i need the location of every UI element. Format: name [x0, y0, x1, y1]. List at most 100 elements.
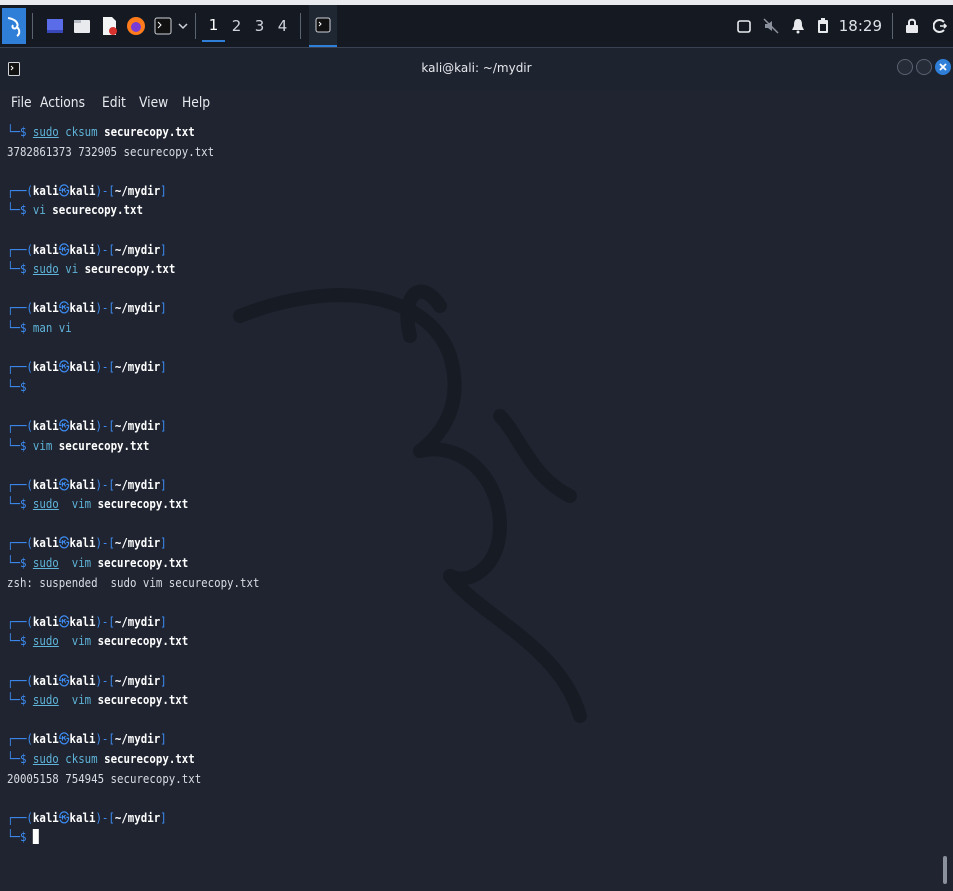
- prompt-dir: ~/mydir: [114, 731, 161, 747]
- prompt-line: ┌──(kali㉿kali)-[~/mydir]: [7, 357, 259, 377]
- terminal-output[interactable]: └─$ sudo cksum securecopy.txt 3782861373 …: [0, 116, 953, 891]
- prompt-frame: ]: [160, 359, 167, 375]
- command-line: └─$ sudo vi securecopy.txt: [7, 259, 259, 279]
- prompt-frame: ┌──(: [7, 809, 33, 825]
- prompt-dollar: └─$: [7, 555, 33, 571]
- menu-actions[interactable]: Actions: [40, 95, 85, 111]
- window-title: kali@kali: ~/mydir: [421, 61, 532, 75]
- prompt-dollar: └─$: [7, 378, 33, 394]
- prompt-user: kali: [32, 535, 59, 551]
- menu-file[interactable]: File: [11, 95, 32, 111]
- prompt-host: kali: [69, 359, 96, 375]
- command-arg: securecopy.txt: [84, 261, 176, 277]
- chevron-down-icon[interactable]: [177, 15, 189, 37]
- prompt-line: ┌──(kali㉿kali)-[~/mydir]: [7, 416, 259, 436]
- prompt-frame: ┌──(: [7, 613, 33, 629]
- battery-icon[interactable]: [817, 18, 829, 34]
- system-tray: 18:29: [725, 13, 953, 39]
- command-sudo: sudo: [32, 496, 59, 512]
- command-arg: securecopy.txt: [58, 437, 150, 453]
- command-arg: securecopy.txt: [97, 496, 189, 512]
- command-arg: securecopy.txt: [97, 555, 189, 571]
- menu-edit[interactable]: Edit: [102, 95, 126, 111]
- terminal-window-button[interactable]: [309, 5, 337, 47]
- prompt-frame: ]: [160, 182, 167, 198]
- prompt-user: kali: [32, 809, 59, 825]
- prompt-frame: )-[: [95, 809, 115, 825]
- prompt-at: ㉿: [58, 809, 70, 825]
- maximize-button[interactable]: [916, 59, 932, 75]
- prompt-dir: ~/mydir: [114, 613, 161, 629]
- prompt-at: ㉿: [58, 476, 70, 492]
- prompt-host: kali: [69, 731, 96, 747]
- prompt-dollar: └─$: [7, 261, 33, 277]
- prompt-frame: )-[: [95, 300, 115, 316]
- command-sudo: sudo: [32, 751, 59, 766]
- prompt-frame: )-[: [95, 476, 115, 492]
- prompt-frame: ]: [160, 300, 167, 316]
- notification-bell-icon[interactable]: [791, 18, 805, 34]
- command-name: vi: [32, 202, 53, 218]
- prompt-frame: )-[: [95, 359, 115, 375]
- volume-muted-icon[interactable]: [763, 18, 779, 34]
- menu-help[interactable]: Help: [182, 95, 210, 111]
- prompt-dollar: └─$: [7, 202, 33, 218]
- logout-icon[interactable]: [933, 19, 947, 33]
- prompt-host: kali: [69, 182, 96, 198]
- clipboard-icon[interactable]: [736, 19, 751, 33]
- command-line: └─$ sudo vim securecopy.txt: [7, 553, 259, 573]
- terminal-lines: └─$ sudo cksum securecopy.txt 3782861373 …: [7, 122, 301, 847]
- close-icon: [939, 63, 947, 71]
- prompt-dollar: └─$: [7, 437, 33, 453]
- prompt-dollar: └─$: [7, 124, 33, 139]
- prompt-line: ┌──(kali㉿kali)-[~/mydir]: [7, 808, 259, 828]
- prompt-dollar: └─$: [7, 319, 33, 335]
- kali-menu-icon[interactable]: [2, 8, 26, 44]
- prompt-host: kali: [69, 476, 96, 492]
- file-manager-icon[interactable]: [71, 15, 93, 37]
- scrollbar[interactable]: [943, 856, 947, 884]
- taskbar-separator: [195, 13, 196, 39]
- terminal-window: kali@kali: ~/mydir File Actions Edit Vie…: [0, 47, 953, 891]
- command-name: vi: [58, 261, 85, 277]
- command-name: vim: [58, 496, 98, 512]
- window-titlebar[interactable]: kali@kali: ~/mydir: [0, 47, 953, 90]
- prompt-frame: )-[: [95, 672, 115, 688]
- command-line: └─$ sudo cksum securecopy.txt: [7, 749, 259, 769]
- prompt-dir: ~/mydir: [114, 476, 161, 492]
- prompt-host: kali: [69, 809, 96, 825]
- command-output: 20005158 754945 securecopy.txt: [7, 770, 202, 786]
- menu-view[interactable]: View: [139, 95, 168, 111]
- prompt-dollar: └─$: [7, 829, 33, 845]
- workspace-2[interactable]: 2: [225, 11, 248, 41]
- minimize-button[interactable]: [897, 59, 913, 75]
- prompt-frame: ┌──(: [7, 672, 33, 688]
- workspace-3[interactable]: 3: [248, 11, 271, 41]
- prompt-at: ㉿: [58, 731, 70, 747]
- prompt-host: kali: [69, 535, 96, 551]
- prompt-frame: ]: [160, 241, 167, 257]
- firefox-icon[interactable]: [125, 15, 147, 37]
- terminal-launcher-icon[interactable]: [152, 15, 174, 37]
- prompt-line: ┌──(kali㉿kali)-[~/mydir]: [7, 181, 259, 201]
- clock[interactable]: 18:29: [839, 17, 882, 35]
- prompt-frame: ]: [160, 731, 167, 747]
- prompt-dollar: └─$: [7, 496, 33, 512]
- command-arg: securecopy.txt: [97, 692, 189, 708]
- workspace-4[interactable]: 4: [271, 11, 294, 41]
- text-cursor: [32, 829, 39, 845]
- text-editor-icon[interactable]: [98, 15, 120, 37]
- command-output: 3782861373 732905 securecopy.txt: [7, 143, 215, 159]
- prompt-frame: ]: [160, 672, 167, 688]
- command-sudo: sudo: [32, 261, 59, 277]
- workspace-1[interactable]: 1: [202, 10, 225, 42]
- show-desktop-icon[interactable]: [44, 15, 66, 37]
- lock-screen-icon[interactable]: [905, 18, 919, 34]
- command-arg: securecopy.txt: [52, 202, 143, 218]
- close-button[interactable]: [935, 59, 951, 75]
- command-name: vim: [58, 692, 98, 708]
- command-line: └─$ sudo vim securecopy.txt: [7, 690, 259, 710]
